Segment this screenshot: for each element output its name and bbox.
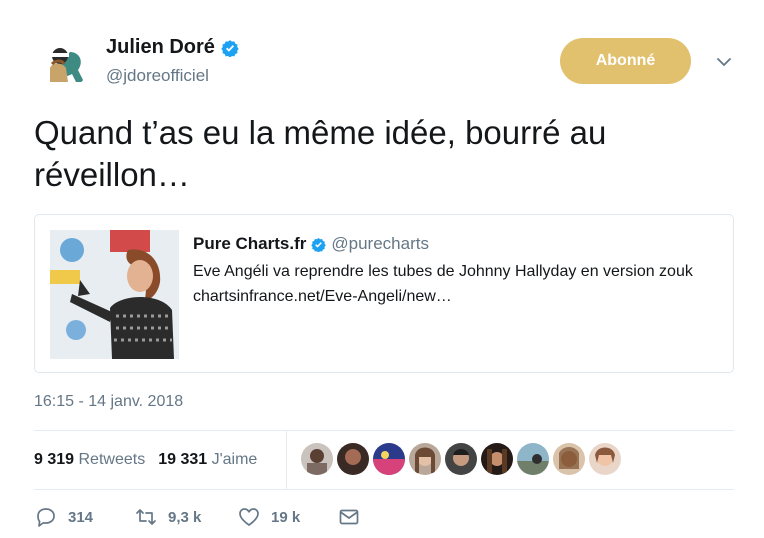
likes-label: J'aime — [211, 451, 258, 468]
retweet-icon — [136, 509, 156, 525]
envelope-icon — [339, 509, 359, 525]
author-avatar[interactable] — [40, 38, 90, 88]
retweet-button[interactable]: 9,3 k — [134, 505, 237, 529]
chevron-down-icon[interactable] — [714, 52, 734, 72]
quoted-tweet-card[interactable]: Pure Charts.fr @purecharts Eve Angéli va… — [34, 214, 734, 373]
reply-icon — [37, 508, 55, 527]
tweet-stats: 9 319 Retweets 19 331 J'aime — [34, 431, 270, 489]
direct-message-button[interactable] — [337, 505, 361, 529]
tweet-actions: 314 9,3 k 19 k — [34, 505, 361, 529]
verified-icon — [221, 39, 239, 57]
likers-avatars — [301, 443, 621, 475]
verified-icon — [311, 237, 327, 252]
liker-avatar[interactable] — [445, 443, 477, 475]
author-name-text[interactable]: Julien Doré — [106, 36, 215, 59]
likes-stat[interactable]: 19 331 J'aime — [158, 451, 257, 469]
quoted-author-name[interactable]: Pure Charts.fr — [193, 234, 306, 254]
quoted-tweet-header: Pure Charts.fr @purecharts — [193, 234, 429, 254]
tweet-timestamp[interactable]: 16:15 - 14 janv. 2018 — [34, 393, 183, 411]
divider — [34, 489, 734, 490]
like-button[interactable]: 19 k — [237, 505, 337, 529]
liker-avatar[interactable] — [481, 443, 513, 475]
author-handle[interactable]: @jdoreofficiel — [106, 66, 209, 86]
liker-avatar[interactable] — [373, 443, 405, 475]
reply-button[interactable]: 314 — [34, 505, 134, 529]
liker-avatar[interactable] — [337, 443, 369, 475]
retweets-stat[interactable]: 9 319 Retweets — [34, 451, 145, 469]
retweets-count: 9 319 — [34, 451, 75, 468]
reply-count: 314 — [68, 508, 94, 526]
quoted-tweet-text: Eve Angéli va reprendre les tubes de Joh… — [193, 263, 693, 305]
likes-count: 19 331 — [158, 451, 208, 468]
retweets-label: Retweets — [78, 451, 146, 468]
liker-avatar[interactable] — [409, 443, 441, 475]
liker-avatar[interactable] — [553, 443, 585, 475]
tweet-text: Quand t’as eu la même idée, bourré au ré… — [34, 114, 607, 193]
liker-avatar[interactable] — [301, 443, 333, 475]
quoted-author-handle[interactable]: @purecharts — [331, 234, 429, 254]
quoted-tweet-image — [50, 230, 179, 359]
like-count: 19 k — [271, 508, 301, 526]
stats-separator — [286, 431, 287, 489]
following-button[interactable]: Abonné — [560, 38, 691, 84]
heart-icon — [239, 508, 259, 526]
liker-avatar[interactable] — [517, 443, 549, 475]
liker-avatar[interactable] — [589, 443, 621, 475]
retweet-count: 9,3 k — [168, 508, 202, 526]
author-name[interactable]: Julien Doré — [106, 36, 239, 59]
